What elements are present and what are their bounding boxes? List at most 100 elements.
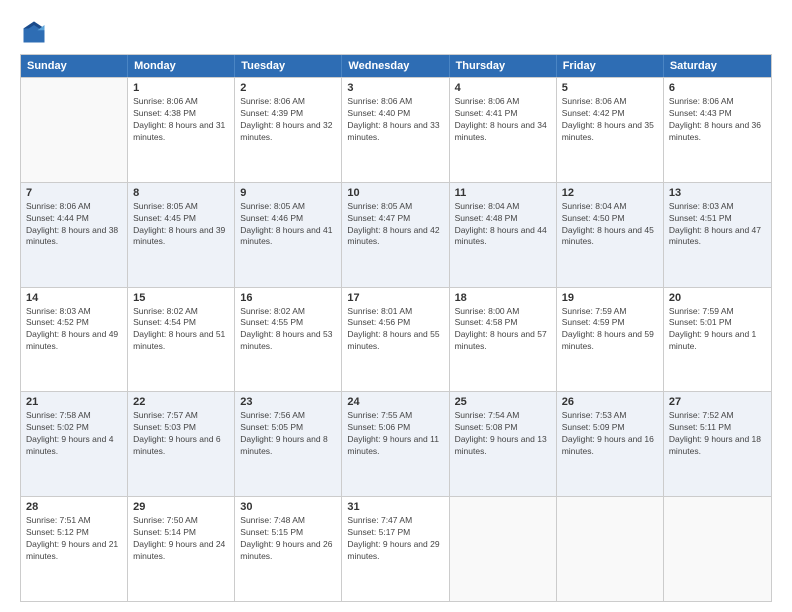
cal-cell: 24 Sunrise: 7:55 AMSunset: 5:06 PMDayligh…: [342, 392, 449, 496]
cell-info: Sunrise: 7:59 AMSunset: 5:01 PMDaylight:…: [669, 306, 766, 354]
cal-week-4: 21 Sunrise: 7:58 AMSunset: 5:02 PMDayligh…: [21, 391, 771, 496]
cal-cell: 13 Sunrise: 8:03 AMSunset: 4:51 PMDayligh…: [664, 183, 771, 287]
cell-info: Sunrise: 8:06 AMSunset: 4:41 PMDaylight:…: [455, 96, 551, 144]
cell-info: Sunrise: 7:50 AMSunset: 5:14 PMDaylight:…: [133, 515, 229, 563]
cell-day-number: 26: [562, 396, 658, 408]
cal-header-friday: Friday: [557, 55, 664, 77]
cal-cell: 17Sunrise: 8:01 AMSunset: 4:56 PMDayligh…: [342, 288, 449, 392]
cal-cell: 8Sunrise: 8:05 AMSunset: 4:45 PMDaylight…: [128, 183, 235, 287]
cell-info: Sunrise: 8:02 AMSunset: 4:55 PMDaylight:…: [240, 306, 336, 354]
cal-header-sunday: Sunday: [21, 55, 128, 77]
cell-info: Sunrise: 8:05 AMSunset: 4:47 PMDaylight:…: [347, 201, 443, 249]
cal-cell: 31 Sunrise: 7:47 AMSunset: 5:17 PMDayligh…: [342, 497, 449, 601]
calendar-page: SundayMondayTuesdayWednesdayThursdayFrid…: [0, 0, 792, 612]
logo: [20, 18, 52, 46]
cell-day-number: 29: [133, 501, 229, 513]
cal-cell: 26 Sunrise: 7:53 AMSunset: 5:09 PMDayligh…: [557, 392, 664, 496]
calendar-header: SundayMondayTuesdayWednesdayThursdayFrid…: [21, 55, 771, 77]
cell-info: Sunrise: 8:02 AMSunset: 4:54 PMDaylight:…: [133, 306, 229, 354]
cal-header-tuesday: Tuesday: [235, 55, 342, 77]
cell-day-number: 2: [240, 82, 336, 94]
cell-day-number: 13: [669, 187, 766, 199]
cal-cell: 1 Sunrise: 8:06 AMSunset: 4:38 PMDaylight…: [128, 78, 235, 182]
cell-info: Sunrise: 7:58 AMSunset: 5:02 PMDaylight:…: [26, 410, 122, 458]
cal-cell: 16 Sunrise: 8:02 AMSunset: 4:55 PMDayligh…: [235, 288, 342, 392]
cell-info: Sunrise: 7:56 AMSunset: 5:05 PMDaylight:…: [240, 410, 336, 458]
cell-info: Sunrise: 7:54 AMSunset: 5:08 PMDaylight:…: [455, 410, 551, 458]
cell-info: Sunrise: 8:01 AMSunset: 4:56 PMDaylight:…: [347, 306, 443, 354]
logo-icon: [20, 18, 48, 46]
cal-cell: 10 Sunrise: 8:05 AMSunset: 4:47 PMDayligh…: [342, 183, 449, 287]
cal-week-2: 7Sunrise: 8:06 AMSunset: 4:44 PMDaylight…: [21, 182, 771, 287]
cell-info: Sunrise: 7:55 AMSunset: 5:06 PMDaylight:…: [347, 410, 443, 458]
cell-info: Sunrise: 7:51 AMSunset: 5:12 PMDaylight:…: [26, 515, 122, 563]
cal-cell: [450, 497, 557, 601]
page-header: [20, 18, 772, 46]
cell-info: Sunrise: 7:47 AMSunset: 5:17 PMDaylight:…: [347, 515, 443, 563]
cal-cell: 21 Sunrise: 7:58 AMSunset: 5:02 PMDayligh…: [21, 392, 128, 496]
cell-day-number: 27: [669, 396, 766, 408]
cell-day-number: 14: [26, 292, 122, 304]
cal-cell: 19 Sunrise: 7:59 AMSunset: 4:59 PMDayligh…: [557, 288, 664, 392]
cal-cell: 15 Sunrise: 8:02 AMSunset: 4:54 PMDayligh…: [128, 288, 235, 392]
cell-info: Sunrise: 7:59 AMSunset: 4:59 PMDaylight:…: [562, 306, 658, 354]
cell-day-number: 8: [133, 187, 229, 199]
cell-info: Sunrise: 7:52 AMSunset: 5:11 PMDaylight:…: [669, 410, 766, 458]
cal-cell: [664, 497, 771, 601]
cell-day-number: 12: [562, 187, 658, 199]
cell-day-number: 5: [562, 82, 658, 94]
cell-day-number: 9: [240, 187, 336, 199]
cell-info: Sunrise: 8:04 AMSunset: 4:48 PMDaylight:…: [455, 201, 551, 249]
cell-day-number: 24: [347, 396, 443, 408]
cal-cell: 12 Sunrise: 8:04 AMSunset: 4:50 PMDayligh…: [557, 183, 664, 287]
cal-cell: 7Sunrise: 8:06 AMSunset: 4:44 PMDaylight…: [21, 183, 128, 287]
cell-info: Sunrise: 8:06 AMSunset: 4:43 PMDaylight:…: [669, 96, 766, 144]
cal-cell: 11 Sunrise: 8:04 AMSunset: 4:48 PMDayligh…: [450, 183, 557, 287]
cal-cell: 23 Sunrise: 7:56 AMSunset: 5:05 PMDayligh…: [235, 392, 342, 496]
cal-cell: 4 Sunrise: 8:06 AMSunset: 4:41 PMDaylight…: [450, 78, 557, 182]
cell-day-number: 16: [240, 292, 336, 304]
cell-info: Sunrise: 8:06 AMSunset: 4:38 PMDaylight:…: [133, 96, 229, 144]
cell-info: Sunrise: 8:00 AMSunset: 4:58 PMDaylight:…: [455, 306, 551, 354]
calendar-body: 1 Sunrise: 8:06 AMSunset: 4:38 PMDaylight…: [21, 77, 771, 601]
cell-info: Sunrise: 8:06 AMSunset: 4:39 PMDaylight:…: [240, 96, 336, 144]
cal-week-5: 28 Sunrise: 7:51 AMSunset: 5:12 PMDayligh…: [21, 496, 771, 601]
cal-week-3: 14 Sunrise: 8:03 AMSunset: 4:52 PMDayligh…: [21, 287, 771, 392]
cell-info: Sunrise: 7:57 AMSunset: 5:03 PMDaylight:…: [133, 410, 229, 458]
cal-cell: 3Sunrise: 8:06 AMSunset: 4:40 PMDaylight…: [342, 78, 449, 182]
cell-day-number: 4: [455, 82, 551, 94]
cell-day-number: 23: [240, 396, 336, 408]
cell-info: Sunrise: 7:53 AMSunset: 5:09 PMDaylight:…: [562, 410, 658, 458]
cell-info: Sunrise: 8:04 AMSunset: 4:50 PMDaylight:…: [562, 201, 658, 249]
cell-day-number: 22: [133, 396, 229, 408]
cal-cell: 29 Sunrise: 7:50 AMSunset: 5:14 PMDayligh…: [128, 497, 235, 601]
cal-cell: [21, 78, 128, 182]
cal-header-thursday: Thursday: [450, 55, 557, 77]
cell-day-number: 6: [669, 82, 766, 94]
cell-day-number: 7: [26, 187, 122, 199]
cell-day-number: 19: [562, 292, 658, 304]
cal-cell: 30Sunrise: 7:48 AMSunset: 5:15 PMDayligh…: [235, 497, 342, 601]
cal-cell: 20Sunrise: 7:59 AMSunset: 5:01 PMDayligh…: [664, 288, 771, 392]
cell-info: Sunrise: 8:03 AMSunset: 4:51 PMDaylight:…: [669, 201, 766, 249]
cell-day-number: 1: [133, 82, 229, 94]
cell-info: Sunrise: 8:05 AMSunset: 4:46 PMDaylight:…: [240, 201, 336, 249]
cell-day-number: 21: [26, 396, 122, 408]
cell-day-number: 10: [347, 187, 443, 199]
cal-cell: 2 Sunrise: 8:06 AMSunset: 4:39 PMDaylight…: [235, 78, 342, 182]
cal-cell: 18 Sunrise: 8:00 AMSunset: 4:58 PMDayligh…: [450, 288, 557, 392]
cal-header-saturday: Saturday: [664, 55, 771, 77]
cell-day-number: 28: [26, 501, 122, 513]
cal-week-1: 1 Sunrise: 8:06 AMSunset: 4:38 PMDaylight…: [21, 77, 771, 182]
cal-header-wednesday: Wednesday: [342, 55, 449, 77]
cell-day-number: 15: [133, 292, 229, 304]
cal-cell: 9 Sunrise: 8:05 AMSunset: 4:46 PMDaylight…: [235, 183, 342, 287]
cell-day-number: 31: [347, 501, 443, 513]
cell-day-number: 18: [455, 292, 551, 304]
cal-cell: 14 Sunrise: 8:03 AMSunset: 4:52 PMDayligh…: [21, 288, 128, 392]
cell-info: Sunrise: 8:06 AMSunset: 4:42 PMDaylight:…: [562, 96, 658, 144]
cell-day-number: 11: [455, 187, 551, 199]
cell-info: Sunrise: 8:03 AMSunset: 4:52 PMDaylight:…: [26, 306, 122, 354]
cal-cell: 6 Sunrise: 8:06 AMSunset: 4:43 PMDaylight…: [664, 78, 771, 182]
calendar: SundayMondayTuesdayWednesdayThursdayFrid…: [20, 54, 772, 602]
